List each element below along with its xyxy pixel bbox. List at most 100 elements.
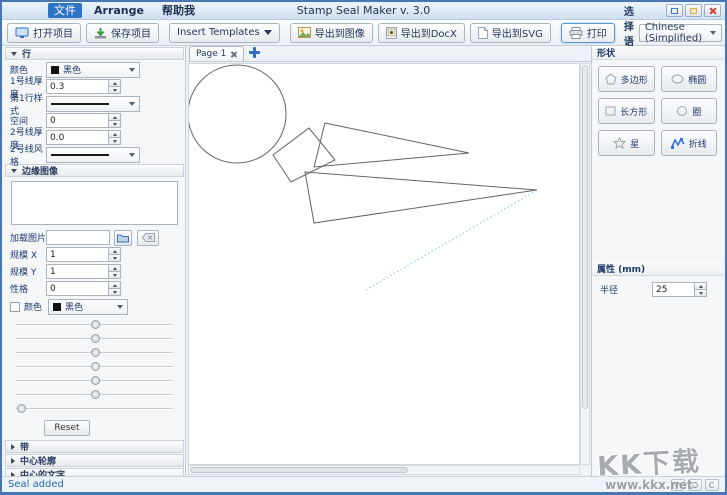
canvas-shapes <box>189 64 579 464</box>
character-stepper[interactable] <box>46 281 121 296</box>
slider-handle[interactable] <box>91 334 100 343</box>
edge-color-checkbox[interactable] <box>10 302 20 312</box>
menu-arrange[interactable]: Arrange <box>88 3 150 18</box>
thickness1-stepper[interactable] <box>46 79 121 94</box>
drawing-canvas[interactable] <box>188 63 580 465</box>
maximize-button[interactable] <box>685 4 702 17</box>
reset-button[interactable]: Reset <box>44 420 90 436</box>
menu-file[interactable]: 文件 <box>48 3 82 18</box>
slider[interactable] <box>16 402 173 416</box>
section-header-edge-image[interactable]: 边缘图像 <box>5 164 184 177</box>
slider[interactable] <box>16 332 173 346</box>
spin-up-button[interactable] <box>694 282 707 290</box>
export-docx-button[interactable]: 导出到DocX <box>378 23 465 43</box>
vertical-scroll-thumb[interactable] <box>582 65 588 409</box>
character-input[interactable] <box>46 281 108 296</box>
center-view-button[interactable] <box>688 479 702 491</box>
menu-help[interactable]: 帮助我 <box>156 3 201 18</box>
export-image-button[interactable]: 导出到图像 <box>290 23 373 43</box>
spin-down-button[interactable] <box>108 121 121 128</box>
thickness2-input[interactable] <box>46 130 108 145</box>
clear-image-button[interactable] <box>137 230 159 246</box>
spin-up-button[interactable] <box>108 79 121 87</box>
edge-image-listbox[interactable] <box>11 181 178 225</box>
rectangle-button[interactable]: 长方形 <box>598 98 655 124</box>
refresh-button[interactable] <box>705 479 719 491</box>
star-button[interactable]: 星 <box>598 130 655 156</box>
scale-x-input[interactable] <box>46 247 108 262</box>
drawn-triangle-1[interactable] <box>314 123 469 167</box>
spin-down-button[interactable] <box>108 138 121 145</box>
insert-templates-button[interactable]: Insert Templates <box>169 23 280 43</box>
minimize-button[interactable] <box>666 4 683 17</box>
spin-up-button[interactable] <box>108 281 121 289</box>
slider[interactable] <box>16 318 173 332</box>
section-header-band[interactable]: 带 <box>5 440 184 453</box>
slider[interactable] <box>16 360 173 374</box>
spin-down-button[interactable] <box>108 289 121 296</box>
scale-y-stepper[interactable] <box>46 264 121 279</box>
horizontal-scrollbar[interactable] <box>188 465 580 475</box>
line-style2-select[interactable] <box>46 147 140 163</box>
scale-y-input[interactable] <box>46 264 108 279</box>
print-button[interactable]: 打印 <box>561 23 615 43</box>
spin-down-button[interactable] <box>694 290 707 297</box>
slider-handle[interactable] <box>91 320 100 329</box>
section-header-center-outline[interactable]: 中心轮廓 <box>5 454 184 467</box>
language-select[interactable]: Chinese (Simplified) <box>639 24 722 42</box>
close-button[interactable] <box>704 4 721 17</box>
preview-dotted-line[interactable] <box>366 190 537 290</box>
dropdown-caret-icon <box>264 30 272 35</box>
thickness1-input[interactable] <box>46 79 108 94</box>
section-header-line[interactable]: 行 <box>5 47 184 60</box>
spin-down-button[interactable] <box>108 255 121 262</box>
space-stepper[interactable] <box>46 113 121 128</box>
drawn-circle[interactable] <box>189 65 286 163</box>
circle-button[interactable]: 圈 <box>661 98 718 124</box>
tab-page1[interactable]: Page 1 <box>189 46 244 61</box>
slider-handle[interactable] <box>91 376 100 385</box>
export-svg-button[interactable]: 导出到SVG <box>470 23 551 43</box>
section-band-title: 带 <box>20 440 29 453</box>
slider[interactable] <box>16 346 173 360</box>
tab-close-icon[interactable] <box>230 51 237 58</box>
spin-up-button[interactable] <box>108 130 121 138</box>
polygon-button[interactable]: 多边形 <box>598 66 655 92</box>
collapse-button[interactable] <box>671 479 685 491</box>
spin-down-button[interactable] <box>108 272 121 279</box>
thickness2-stepper[interactable] <box>46 130 121 145</box>
browse-image-button[interactable] <box>114 230 132 246</box>
slider[interactable] <box>16 374 173 388</box>
slider-handle[interactable] <box>17 404 26 413</box>
section-header-center-text[interactable]: 中心的文字 <box>5 468 184 476</box>
polyline-button[interactable]: 折线 <box>661 130 718 156</box>
shapes-header: 形状 <box>592 46 723 60</box>
ellipse-button[interactable]: 椭圆 <box>661 66 718 92</box>
radius-stepper[interactable] <box>652 282 707 297</box>
slider-handle[interactable] <box>91 390 100 399</box>
star-label: 星 <box>630 137 639 150</box>
slider-handle[interactable] <box>91 362 100 371</box>
spin-up-button[interactable] <box>108 264 121 272</box>
save-project-button[interactable]: 保存项目 <box>86 23 159 43</box>
polyline-label: 折线 <box>689 137 707 150</box>
line-color-select[interactable]: 黑色 <box>46 62 140 78</box>
spin-up-button[interactable] <box>108 247 121 255</box>
status-bar: Seal added <box>2 476 725 492</box>
status-buttons <box>671 479 719 491</box>
space-input[interactable] <box>46 113 108 128</box>
vertical-scrollbar[interactable] <box>580 63 590 465</box>
radius-input[interactable] <box>652 282 694 297</box>
line-style1-select[interactable] <box>46 96 140 112</box>
horizontal-scroll-thumb[interactable] <box>190 467 408 473</box>
drawn-triangle-2[interactable] <box>305 172 537 223</box>
scale-x-stepper[interactable] <box>46 247 121 262</box>
open-project-button[interactable]: 打开项目 <box>7 23 81 43</box>
spin-down-button[interactable] <box>108 87 121 94</box>
edge-color-select[interactable]: 黑色 <box>48 299 128 315</box>
add-page-button[interactable] <box>247 45 262 60</box>
spin-up-button[interactable] <box>108 113 121 121</box>
slider-handle[interactable] <box>91 348 100 357</box>
slider[interactable] <box>16 388 173 402</box>
load-image-input[interactable] <box>46 230 110 245</box>
